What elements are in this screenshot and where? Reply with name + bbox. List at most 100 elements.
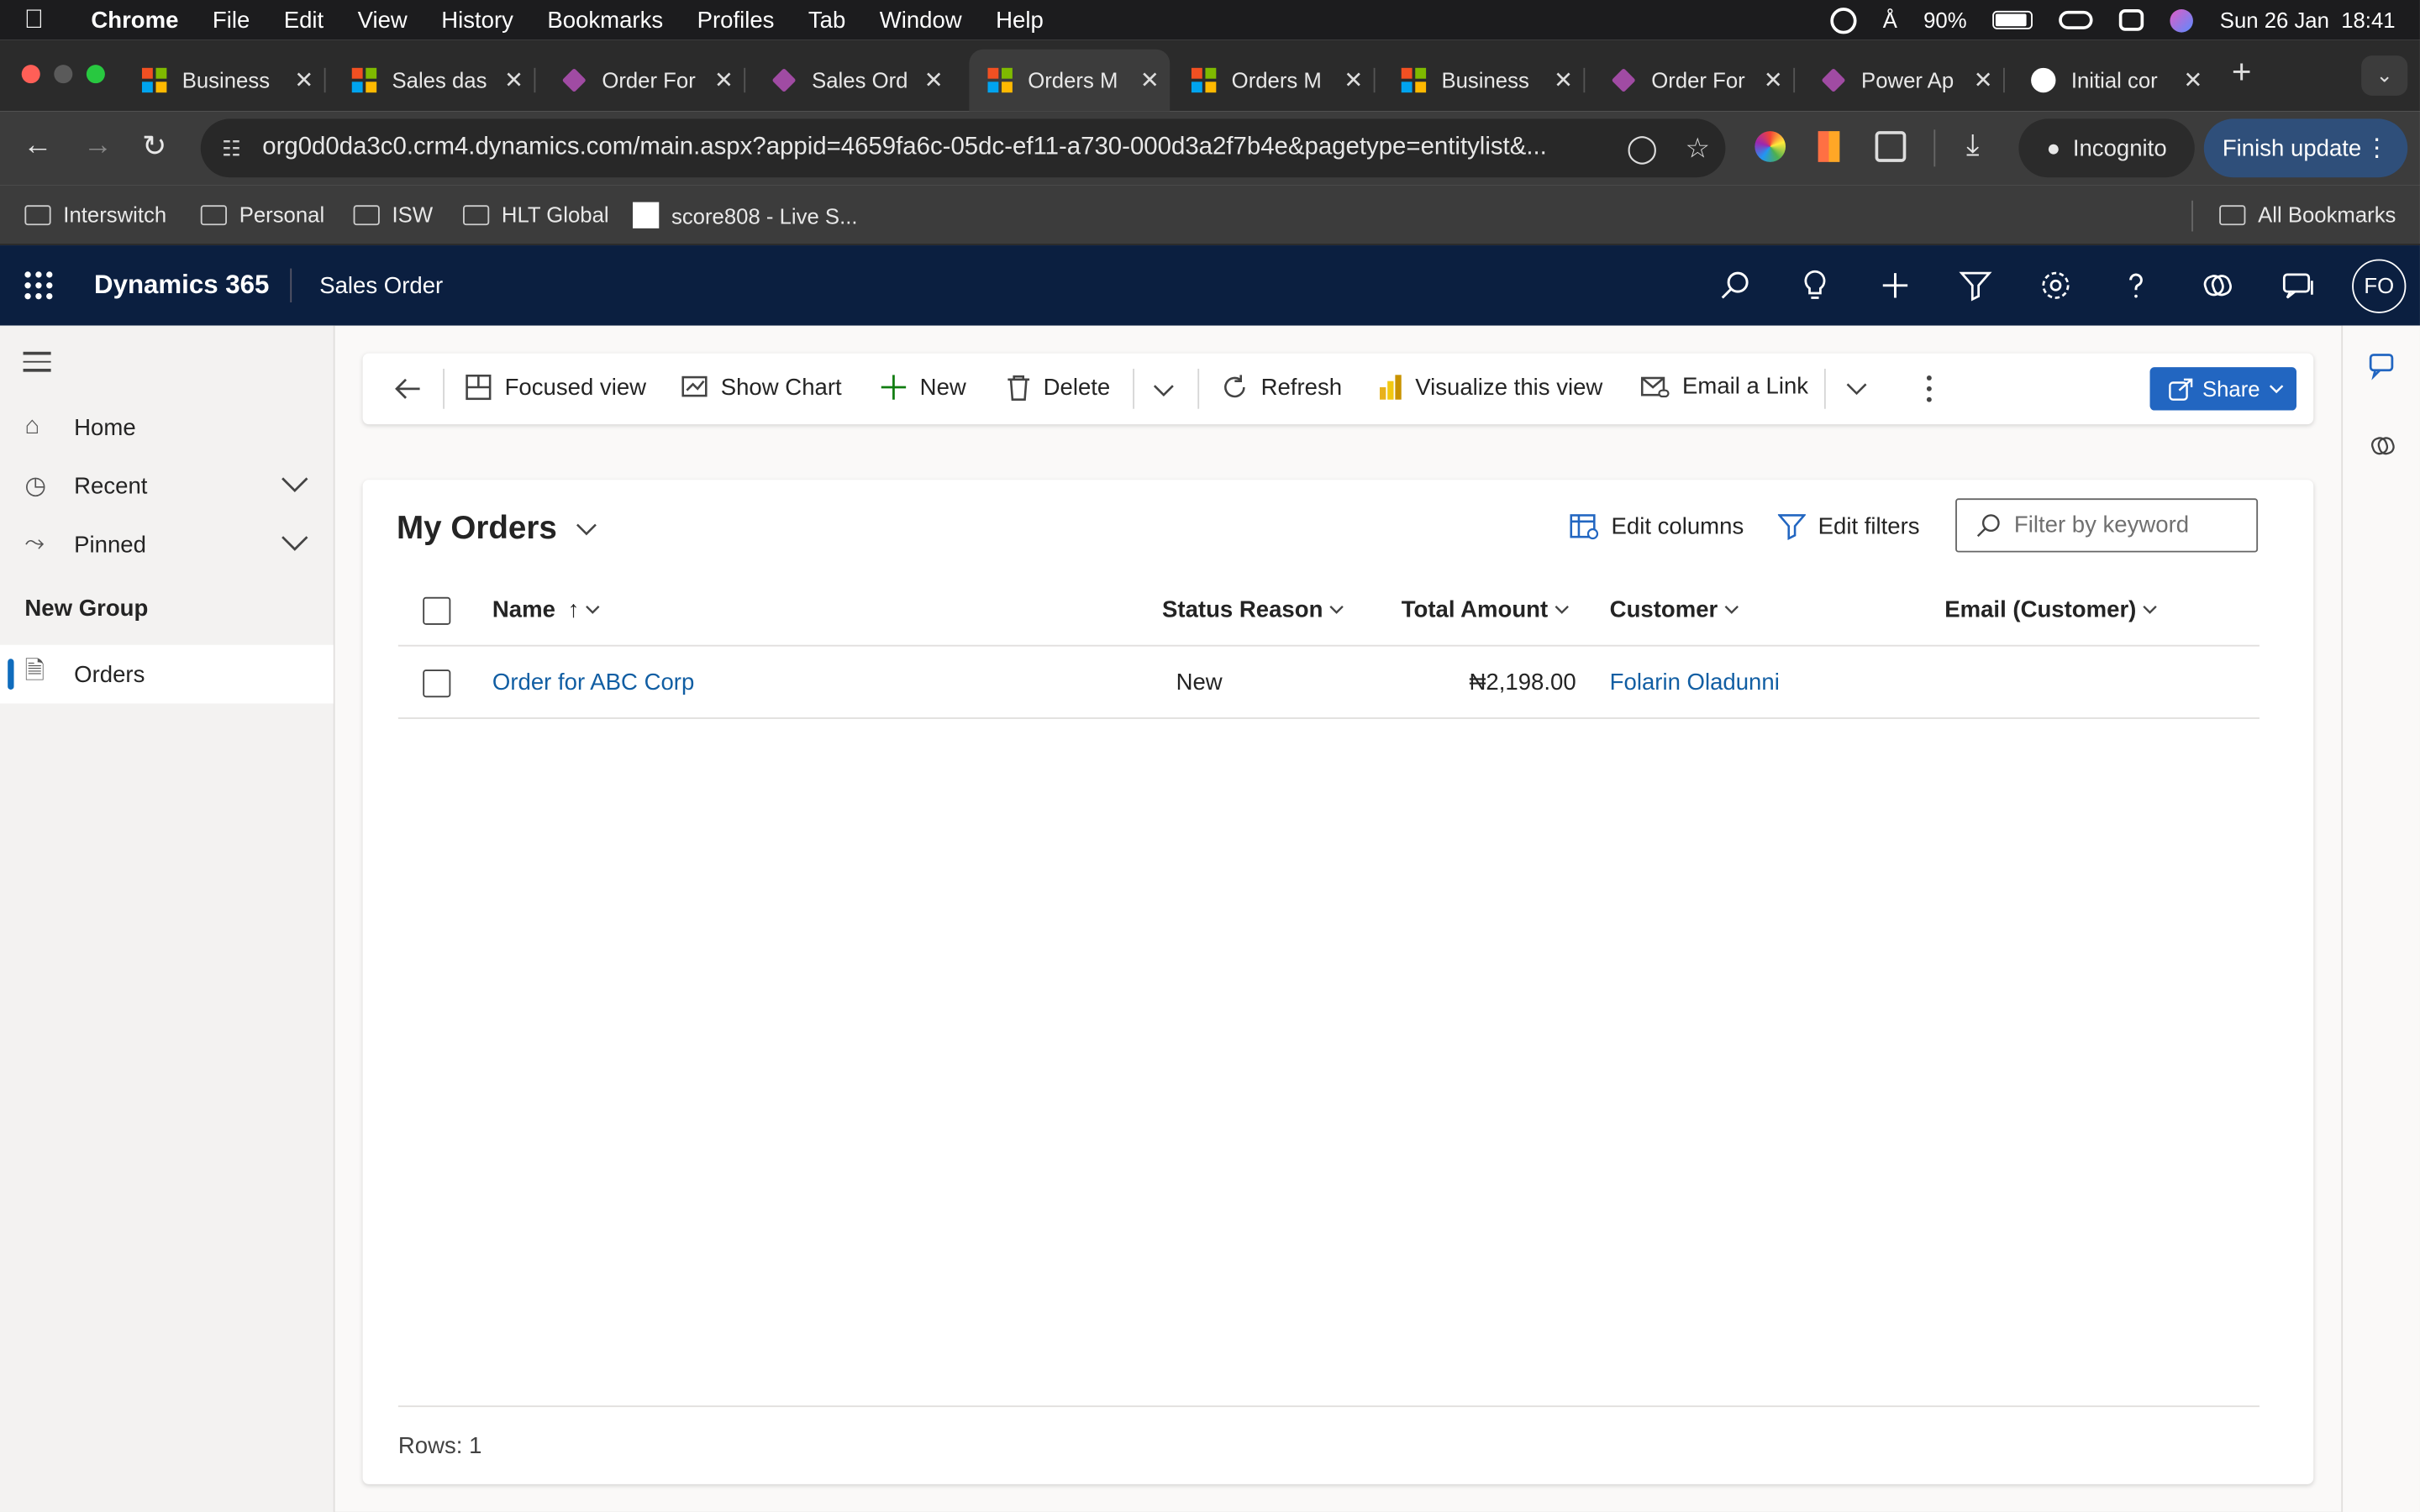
date-time[interactable]: Sun 26 Jan 18:41 bbox=[2220, 8, 2396, 32]
new-tab-icon[interactable]: + bbox=[2232, 52, 2252, 92]
tab-close-icon[interactable]: ✕ bbox=[1963, 66, 2003, 94]
edit-filters-button[interactable]: Edit filters bbox=[1777, 514, 1920, 540]
focused-view-button[interactable]: Focused view bbox=[465, 373, 646, 401]
menu-bookmarks[interactable]: Bookmarks bbox=[547, 7, 663, 33]
lightbulb-icon[interactable] bbox=[1797, 267, 1833, 304]
color-picker-extension-icon[interactable] bbox=[1754, 131, 1786, 162]
eye-slash-icon[interactable]: ◯ bbox=[1614, 132, 1670, 165]
siri-icon[interactable] bbox=[2170, 8, 2194, 32]
all-bookmarks[interactable]: All Bookmarks bbox=[2219, 202, 2396, 227]
browser-tab[interactable]: Power Ap ✕ bbox=[1802, 50, 2005, 111]
address-bar[interactable]: ☷ org0d0da3c0.crm4.dynamics.com/main.asp… bbox=[200, 118, 1726, 178]
menu-profiles[interactable]: Profiles bbox=[697, 7, 775, 33]
column-header-total-amount[interactable]: Total Amount bbox=[1402, 597, 1570, 623]
conversation-icon[interactable] bbox=[2367, 350, 2398, 381]
copilot-icon[interactable] bbox=[2367, 430, 2398, 461]
battery-icon[interactable] bbox=[1992, 10, 2033, 29]
share-button[interactable]: Share bbox=[2149, 367, 2297, 411]
tab-close-icon[interactable]: ✕ bbox=[1129, 66, 1170, 94]
url-text[interactable]: org0d0da3c0.crm4.dynamics.com/main.aspx?… bbox=[262, 134, 1614, 162]
reload-icon[interactable]: ↻ bbox=[142, 129, 166, 165]
browser-tab[interactable]: Initial cor ✕ bbox=[2012, 50, 2213, 111]
browser-tab[interactable]: Sales das ✕ bbox=[334, 50, 536, 111]
chevron-down-icon[interactable] bbox=[1153, 384, 1175, 398]
bookmark-link[interactable]: score808 - Live S... bbox=[633, 202, 858, 228]
bookmark-star-icon[interactable]: ☆ bbox=[1670, 132, 1725, 165]
bookmark-folder[interactable]: Interswitch bbox=[24, 202, 166, 227]
dynamics-brand[interactable]: Dynamics 365 bbox=[94, 270, 269, 301]
browser-tab[interactable]: Orders M ✕ bbox=[1173, 50, 1376, 111]
menu-tab[interactable]: Tab bbox=[808, 7, 845, 33]
tab-close-icon[interactable]: ✕ bbox=[913, 66, 954, 94]
order-name-link[interactable]: Order for ABC Corp bbox=[492, 669, 694, 696]
tab-close-icon[interactable]: ✕ bbox=[494, 66, 534, 94]
browser-tab[interactable]: Business ✕ bbox=[124, 50, 326, 111]
bookmark-folder[interactable]: ISW bbox=[353, 202, 433, 227]
settings-gear-icon[interactable] bbox=[2037, 267, 2074, 304]
email-link-button[interactable]: Email a Link bbox=[1640, 373, 1808, 400]
visualize-view-button[interactable]: Visualize this view bbox=[1378, 373, 1602, 401]
sitemap-item-home[interactable]: ⌂ Home bbox=[0, 398, 334, 457]
chevron-down-icon[interactable] bbox=[1846, 383, 1868, 397]
menu-view[interactable]: View bbox=[358, 7, 408, 33]
user-avatar[interactable]: FO bbox=[2352, 259, 2407, 313]
column-header-status-reason[interactable]: Status Reason bbox=[1162, 597, 1344, 623]
app-launcher-icon[interactable] bbox=[24, 271, 53, 300]
sitemap-item-orders[interactable]: 🗎 Orders bbox=[0, 644, 334, 704]
menu-file[interactable]: File bbox=[213, 7, 250, 33]
extension-icon[interactable] bbox=[1818, 131, 1840, 162]
view-selector[interactable]: My Orders bbox=[397, 511, 597, 548]
back-arrow-icon[interactable] bbox=[393, 376, 421, 401]
column-header-customer[interactable]: Customer bbox=[1610, 597, 1739, 623]
link-icon[interactable] bbox=[2059, 10, 2094, 29]
close-window-icon[interactable] bbox=[21, 65, 40, 84]
app-name[interactable]: Sales Order bbox=[319, 273, 443, 299]
show-chart-button[interactable]: Show Chart bbox=[681, 373, 842, 401]
copilot-icon[interactable] bbox=[2199, 267, 2236, 304]
menu-edit[interactable]: Edit bbox=[284, 7, 324, 33]
tab-close-icon[interactable]: ✕ bbox=[2173, 66, 2213, 94]
tab-close-icon[interactable]: ✕ bbox=[1544, 66, 1584, 94]
browser-tab[interactable]: Sales Ord ✕ bbox=[753, 50, 954, 111]
customer-link[interactable]: Folarin Oladunni bbox=[1610, 669, 1780, 696]
forward-icon[interactable]: → bbox=[83, 129, 113, 163]
bookmark-folder[interactable]: HLT Global bbox=[463, 202, 609, 227]
filter-icon[interactable] bbox=[1957, 267, 1994, 304]
edit-columns-button[interactable]: Edit columns bbox=[1570, 514, 1744, 540]
row-checkbox[interactable] bbox=[423, 669, 451, 698]
more-commands-icon[interactable] bbox=[1924, 375, 1933, 402]
menu-history[interactable]: History bbox=[441, 7, 513, 33]
browser-tab[interactable]: Business ✕ bbox=[1383, 50, 1586, 111]
browser-tab-active[interactable]: Orders M ✕ bbox=[969, 49, 1171, 112]
apple-icon[interactable]:  bbox=[0, 5, 68, 36]
tab-close-icon[interactable]: ✕ bbox=[284, 66, 324, 94]
site-settings-icon[interactable]: ☷ bbox=[201, 135, 262, 161]
bluetooth-icon[interactable]: Å bbox=[1883, 8, 1897, 32]
control-center-icon[interactable] bbox=[2119, 9, 2144, 31]
column-header-name[interactable]: Name ↑ bbox=[492, 597, 601, 623]
back-icon[interactable]: ← bbox=[24, 129, 53, 163]
tab-close-icon[interactable]: ✕ bbox=[1334, 66, 1374, 94]
chevron-down-icon[interactable] bbox=[281, 533, 308, 552]
chevron-down-icon[interactable] bbox=[281, 475, 308, 494]
zoom-window-icon[interactable] bbox=[86, 65, 105, 84]
tab-close-icon[interactable]: ✕ bbox=[704, 66, 744, 94]
download-icon[interactable]: ⤓ bbox=[1966, 129, 1979, 163]
hamburger-menu-icon[interactable] bbox=[23, 351, 51, 377]
extensions-puzzle-icon[interactable] bbox=[1875, 131, 1907, 162]
search-icon[interactable] bbox=[1716, 267, 1753, 304]
sitemap-item-pinned[interactable]: ⤳ Pinned bbox=[0, 515, 334, 574]
menu-window[interactable]: Window bbox=[880, 7, 962, 33]
grammarly-icon[interactable] bbox=[1830, 7, 1857, 34]
filter-keyword-input[interactable]: Filter by keyword bbox=[1955, 498, 2259, 553]
minimize-window-icon[interactable] bbox=[54, 65, 73, 84]
column-header-email-customer[interactable]: Email (Customer) bbox=[1944, 597, 2158, 623]
menu-app-name[interactable]: Chrome bbox=[91, 7, 178, 33]
table-row[interactable]: Order for ABC Corp New ₦2,198.00 Folarin… bbox=[397, 647, 2260, 719]
browser-tab[interactable]: Order For ✕ bbox=[1592, 50, 1796, 111]
bookmark-folder[interactable]: Personal bbox=[200, 202, 324, 227]
refresh-button[interactable]: Refresh bbox=[1221, 373, 1342, 401]
browser-tab[interactable]: Order For ✕ bbox=[544, 50, 746, 111]
menu-help[interactable]: Help bbox=[996, 7, 1044, 33]
finish-update-button[interactable]: Finish update ⋮ bbox=[2203, 118, 2408, 178]
